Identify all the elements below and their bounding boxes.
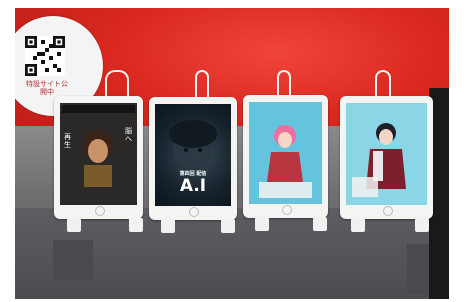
anime-character-icon (249, 102, 322, 204)
tablet-3-screen[interactable] (249, 102, 322, 204)
home-button[interactable] (281, 205, 292, 215)
tablet-stand (313, 217, 327, 231)
tablet-4-screen[interactable] (346, 103, 427, 205)
sign-caption: 特設サイト公開中 (26, 80, 68, 96)
screen-text: 再生 (64, 133, 71, 149)
tablet-1[interactable]: 再生 脳へ (54, 96, 143, 219)
tablet-stand (161, 219, 175, 233)
home-button[interactable] (94, 206, 105, 216)
tablet-stand (255, 217, 269, 231)
ai-title: A.I (179, 176, 207, 196)
person-portrait-icon (60, 103, 137, 205)
tablet-2-screen[interactable]: 第四回 配信 A.I (155, 104, 231, 206)
tablet-stand (351, 218, 365, 232)
anime-character-icon (346, 103, 427, 205)
home-button[interactable] (189, 207, 199, 217)
tablet-stand (415, 218, 429, 232)
photo: 特設サイト公開中 再生 脳へ 第四回 配信 A.I (15, 8, 449, 299)
tablet-1-screen[interactable]: 再生 脳へ (60, 103, 137, 205)
qr-code[interactable] (25, 36, 65, 76)
home-button[interactable] (382, 206, 393, 216)
tablet-stand (129, 218, 143, 232)
qr-code-icon (25, 36, 65, 76)
floor-mat-left (53, 240, 93, 280)
side-text: 脳へ (125, 127, 132, 143)
tablet-4[interactable] (340, 96, 433, 219)
tablet-2[interactable]: 第四回 配信 A.I (149, 97, 237, 220)
tablet-3[interactable] (243, 95, 328, 218)
tablet-stand (221, 219, 235, 233)
tablet-stand (67, 218, 81, 232)
